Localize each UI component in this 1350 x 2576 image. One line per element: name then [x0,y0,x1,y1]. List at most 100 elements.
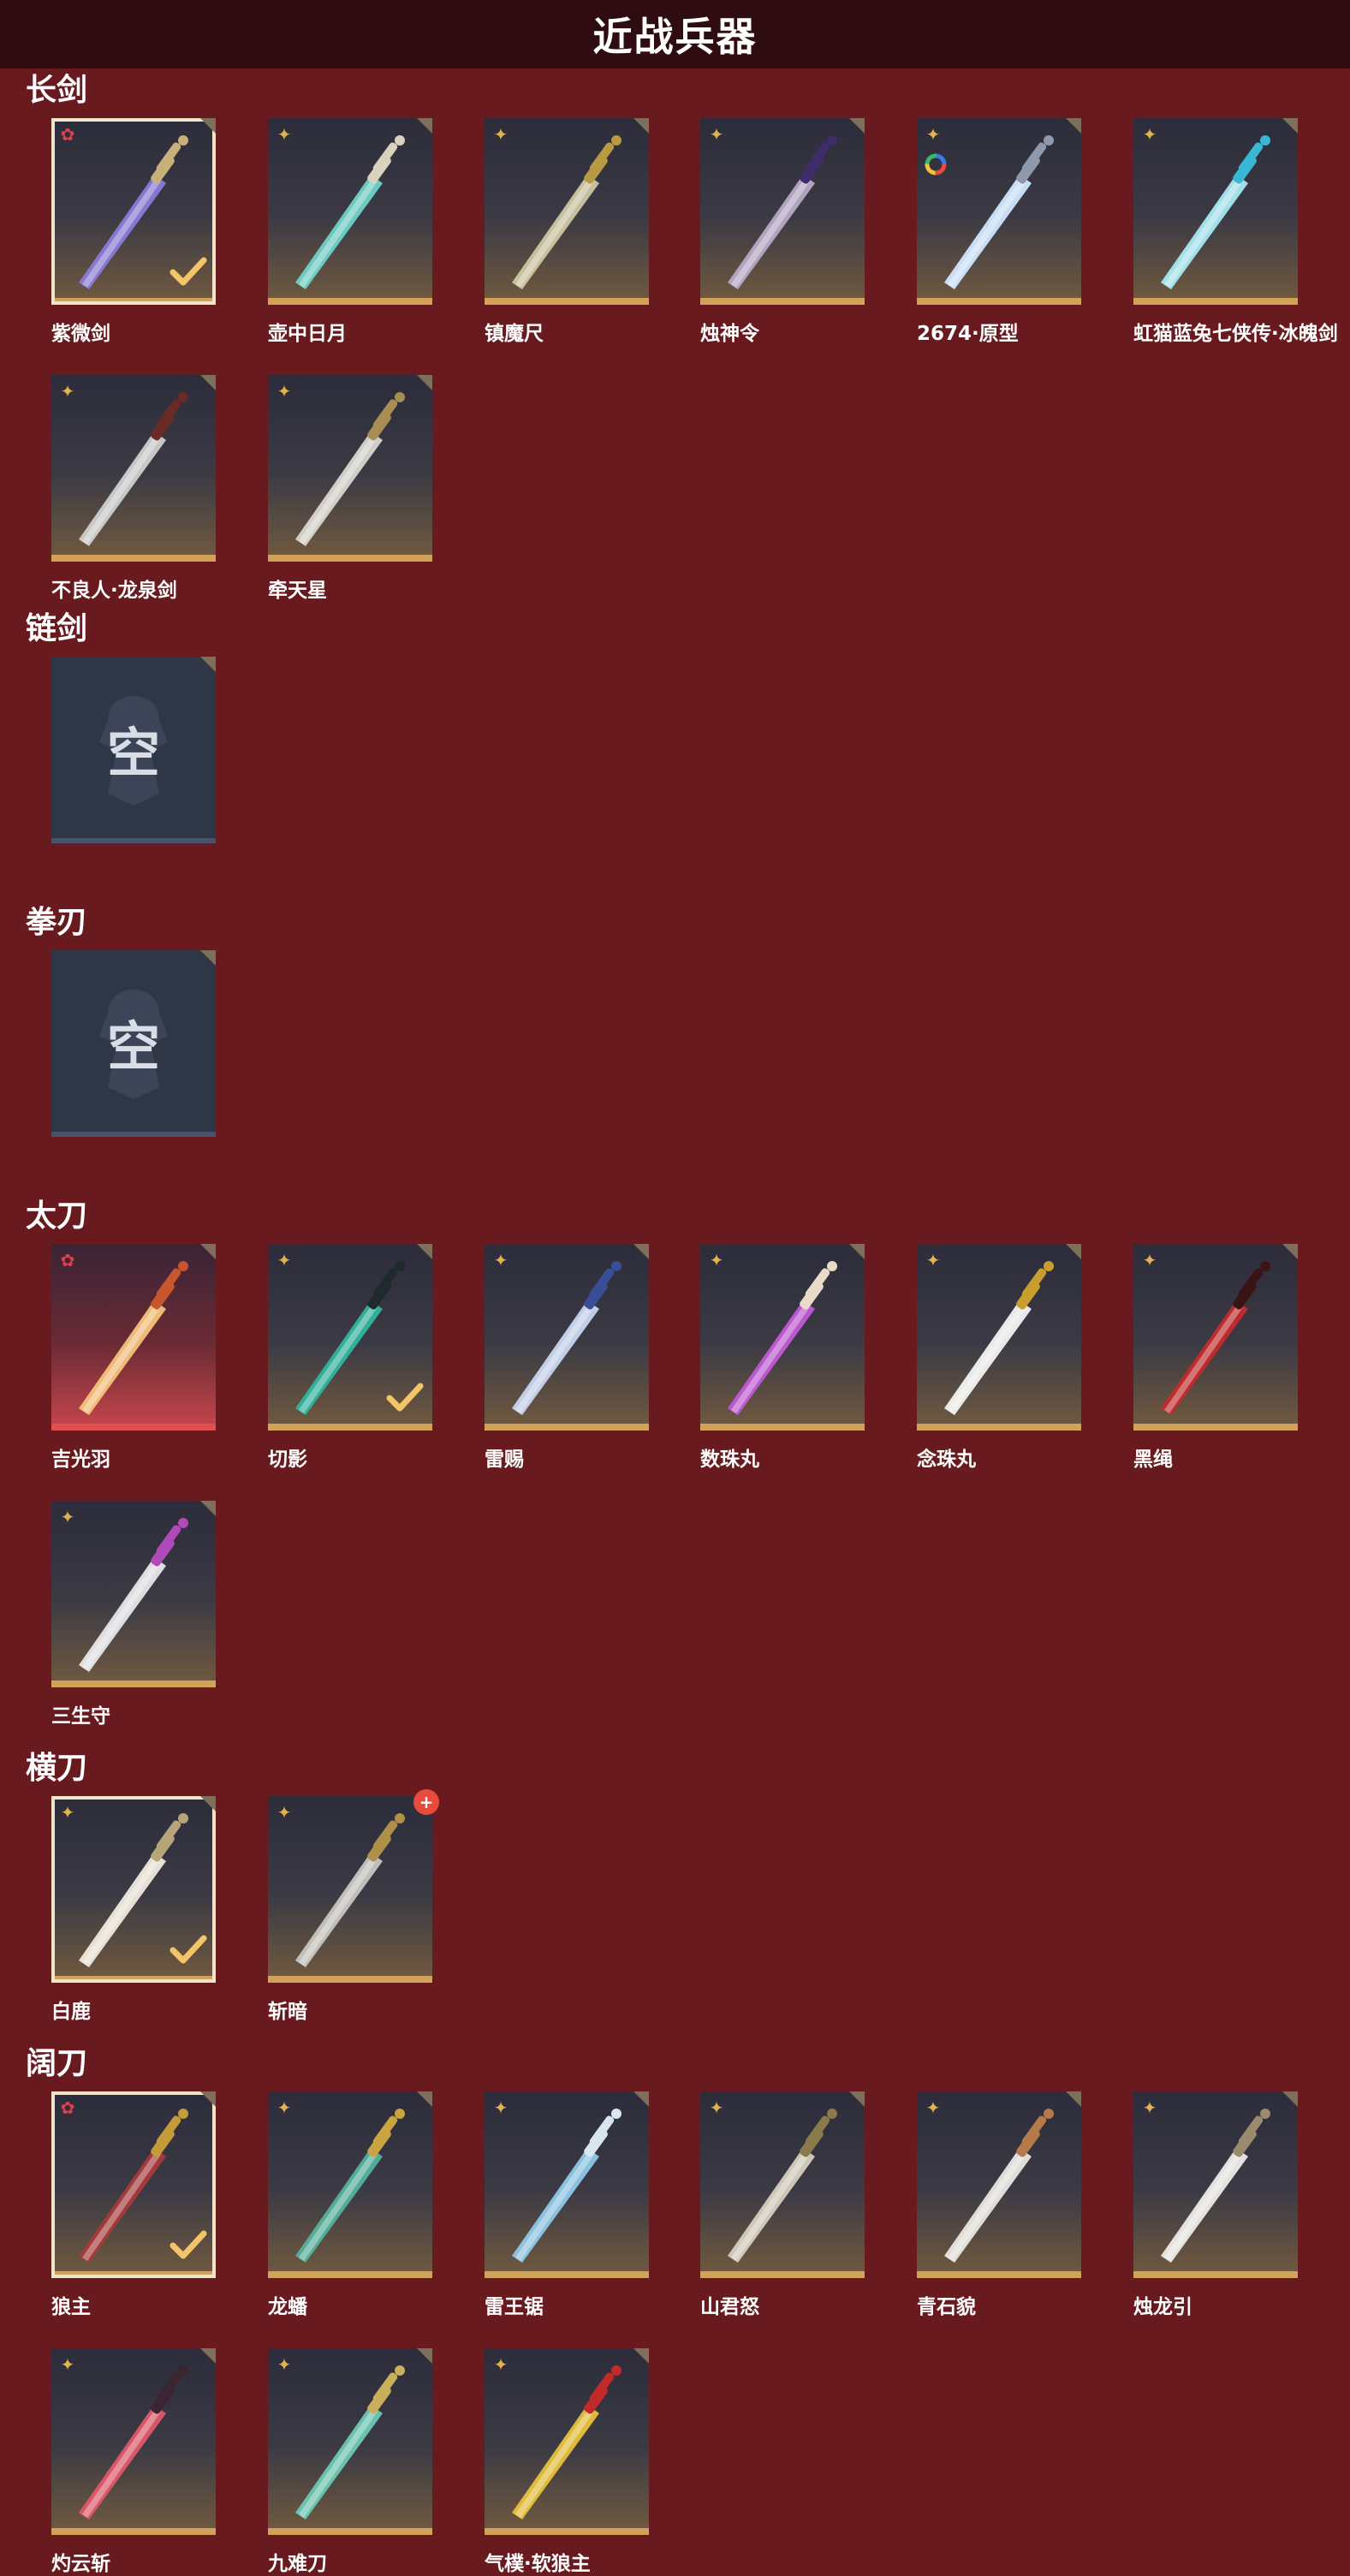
section-title: 链剑 [26,611,88,646]
weapon-card[interactable]: ✿ [51,1244,216,1436]
weapon-tile: ✿ [51,1244,216,1431]
weapon-art [295,1813,405,1967]
weapon-name: 青石貌 [917,2296,976,2318]
section-title: 拳刃 [26,905,88,940]
section-title: 横刀 [26,1751,88,1786]
weapon-tile: ✦ [51,375,216,562]
weapon-name: 数珠丸 [700,1449,759,1471]
weapon-tile: ✦ [268,2348,432,2535]
weapon-card[interactable]: ✦ [268,2091,432,2283]
weapon-card[interactable]: ✦ [51,1501,216,1693]
gold-rarity-star-icon: ✦ [493,1250,508,1270]
weapon-card[interactable]: ✦ [1133,2091,1298,2283]
weapon-tile: ✦ [1133,118,1298,305]
check-icon [169,2230,207,2259]
page-title: 近战兵器 [592,14,758,60]
weapon-card[interactable]: ✦ [917,2091,1081,2283]
weapon-card[interactable]: ✦ [700,1244,865,1436]
weapon-art [79,392,188,546]
empty-slot-label: 空 [106,1015,160,1078]
weapon-card[interactable]: ✦ [1133,1244,1298,1436]
weapon-name: 龙蟠 [268,2296,307,2318]
weapon-art [295,2109,405,2263]
weapon-tile: ✿ [51,2091,216,2278]
gold-rarity-star-icon: ✦ [277,124,292,145]
weapon-card[interactable]: ✦ + [268,1789,439,1988]
empty-weapon-slot[interactable]: 空 [51,950,216,1142]
weapon-art [512,2109,621,2263]
gold-rarity-star-icon: ✦ [709,2097,724,2118]
gold-rarity-star-icon: ✦ [277,1802,292,1823]
weapon-card[interactable]: ✦ [700,2091,865,2283]
section-title: 太刀 [26,1199,88,1234]
weapon-card[interactable]: ✦ [268,1244,432,1436]
weapon-name: 雷王锯 [485,2296,544,2318]
red-rarity-star-icon: ✿ [60,124,75,145]
weapon-card[interactable]: ✦ [51,1796,216,1988]
red-rarity-star-icon: ✿ [60,2097,75,2118]
weapon-art [1161,1261,1270,1415]
weapon-card[interactable]: ✦ [51,375,216,567]
weapon-card[interactable]: ✦ [917,118,1081,310]
weapon-art [728,1261,837,1415]
weapon-name: 白鹿 [51,2001,91,2023]
weapon-name: 气樸·软狼主 [485,2553,591,2575]
weapon-card[interactable]: ✦ [268,118,432,310]
weapon-name: 虹猫蓝兔七侠传·冰魄剑 [1133,323,1338,345]
weapon-name: 切影 [268,1449,307,1471]
weapon-name: 雷赐 [485,1449,524,1471]
weapon-card[interactable]: ✦ [1133,118,1298,310]
section-title: 长剑 [26,73,88,108]
weapon-card[interactable]: ✿ [51,118,216,310]
weapon-card[interactable]: ✦ [268,375,432,567]
weapon-name: 念珠丸 [917,1449,976,1471]
weapon-tile: ✦ [917,1244,1081,1431]
slot-tile: 空 [51,950,216,1137]
weapon-name: 黑绳 [1133,1449,1173,1471]
weapon-tile: ✿ [51,118,216,305]
gold-rarity-star-icon: ✦ [493,2354,508,2375]
weapon-tile: ✦ [485,118,649,305]
weapon-card[interactable]: ✦ [268,2348,432,2540]
weapon-art [1161,135,1270,289]
weapon-name: 壶中日月 [268,323,347,345]
corner-tab-icon [200,657,216,672]
weapon-name: 三生守 [51,1705,110,1728]
weapon-tile: ✦ [700,2091,865,2278]
gold-rarity-star-icon: ✦ [493,124,508,145]
gold-rarity-star-icon: ✦ [1142,124,1157,145]
weapon-name: 吉光羽 [51,1449,110,1471]
gold-rarity-star-icon: ✦ [277,2097,292,2118]
weapon-card[interactable]: ✿ [51,2091,216,2283]
weapon-card[interactable]: ✦ [51,2348,216,2540]
empty-weapon-slot[interactable]: 空 [51,657,216,848]
gold-rarity-star-icon: ✦ [1142,2097,1157,2118]
section-title: 阔刀 [26,2046,88,2081]
weapon-name: 狼主 [51,2296,91,2318]
slot-tile: 空 [51,657,216,843]
weapon-card[interactable]: ✦ [485,1244,649,1436]
gold-rarity-star-icon: ✦ [277,2354,292,2375]
weapon-art [295,392,405,546]
weapon-name: 烛龙引 [1133,2296,1192,2318]
empty-slot-label: 空 [106,722,160,784]
weapon-name: 斩暗 [268,2001,307,2023]
weapon-card[interactable]: ✦ [485,118,649,310]
weapon-name: 九难刀 [268,2553,327,2575]
weapon-tile: ✦ [700,1244,865,1431]
weapon-tile: ✦ [485,2091,649,2278]
weapon-card[interactable]: ✦ [700,118,865,310]
weapon-art [944,135,1054,289]
weapon-tile: ✦ [268,375,432,562]
weapon-card[interactable]: ✦ [917,1244,1081,1436]
weapon-tile: ✦ [268,118,432,305]
weapon-name: 镇魔尺 [485,323,544,345]
gold-rarity-star-icon: ✦ [60,381,75,402]
weapon-tile: ✦ [700,118,865,305]
weapon-art [79,1518,188,1672]
weapon-tile: ✦ [1133,1244,1298,1431]
weapon-tile: ✦ [917,2091,1081,2278]
weapon-card[interactable]: ✦ [485,2348,649,2540]
gold-rarity-star-icon: ✦ [925,2097,941,2118]
weapon-card[interactable]: ✦ [485,2091,649,2283]
